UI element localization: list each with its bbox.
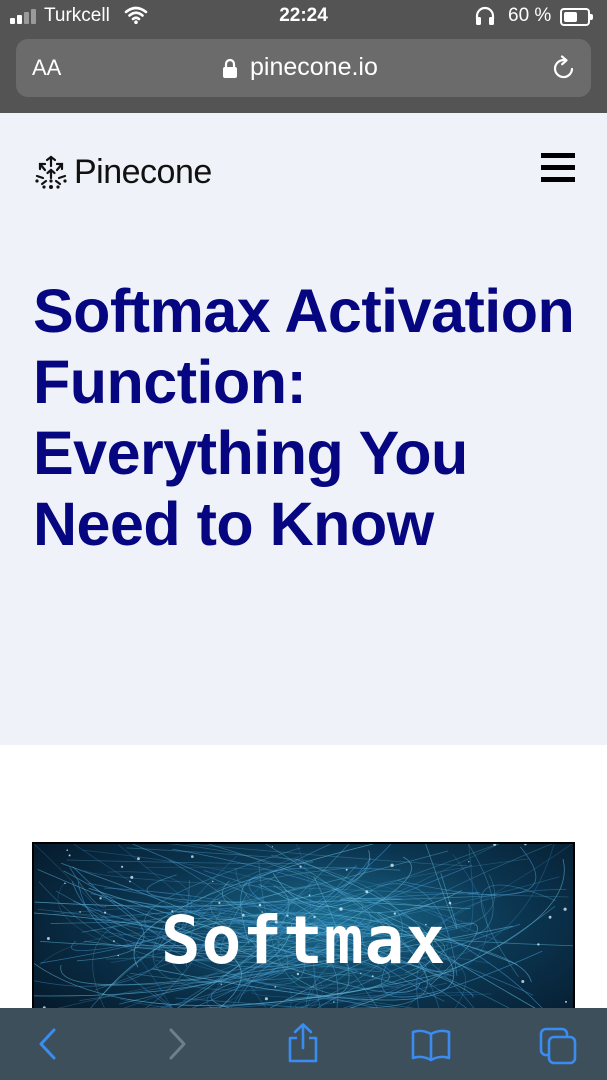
network-node: [212, 880, 214, 883]
network-node: [468, 861, 470, 863]
battery-level-fill: [564, 12, 578, 22]
network-node: [308, 894, 311, 897]
network-node: [129, 880, 131, 883]
pinecone-logo-icon: [35, 155, 67, 189]
battery-percent: 60 %: [508, 5, 552, 26]
headphones-icon: [475, 6, 495, 25]
network-node: [220, 983, 222, 985]
network-node: [137, 857, 140, 860]
reload-icon[interactable]: [551, 55, 577, 81]
network-node: [191, 855, 194, 858]
network-node: [121, 865, 124, 868]
url-text[interactable]: pinecone.io: [250, 53, 378, 82]
network-node: [345, 868, 348, 871]
network-node: [64, 882, 66, 885]
network-node: [565, 1000, 567, 1003]
network-node: [333, 1001, 335, 1003]
browser-chrome: Turkcell 22:24 60 % AA pinecone.io: [0, 0, 607, 113]
page-title: Softmax Activation Function: Everything …: [33, 277, 575, 558]
forward-icon[interactable]: [165, 1026, 189, 1062]
network-node: [66, 849, 68, 851]
image-caption: Softmax: [160, 902, 447, 979]
network-node: [271, 846, 273, 848]
hamburger-menu-icon[interactable]: [541, 153, 575, 185]
text-size-button[interactable]: AA: [32, 55, 61, 81]
logo-text: Pinecone: [74, 153, 212, 191]
network-node: [390, 863, 394, 867]
network-node: [264, 997, 268, 1001]
back-icon[interactable]: [36, 1026, 60, 1062]
network-node: [99, 897, 102, 900]
bookmarks-icon[interactable]: [410, 1028, 452, 1062]
network-node: [365, 890, 369, 894]
network-node: [521, 980, 525, 983]
battery-icon: [560, 8, 593, 26]
share-icon[interactable]: [286, 1022, 320, 1064]
network-line: [397, 846, 537, 896]
hero-section: Pinecone Softmax Activation Function: Ev…: [0, 113, 607, 745]
network-node: [524, 844, 527, 846]
safari-toolbar: [0, 1008, 607, 1080]
site-logo[interactable]: Pinecone: [32, 153, 212, 192]
lock-icon: [223, 58, 237, 78]
tabs-icon[interactable]: [538, 1026, 578, 1066]
network-node: [299, 865, 302, 868]
status-bar: Turkcell 22:24 60 %: [0, 0, 607, 34]
network-node: [274, 986, 277, 988]
network-node: [130, 875, 134, 879]
network-node: [68, 854, 71, 857]
address-bar[interactable]: AA pinecone.io: [16, 39, 591, 97]
